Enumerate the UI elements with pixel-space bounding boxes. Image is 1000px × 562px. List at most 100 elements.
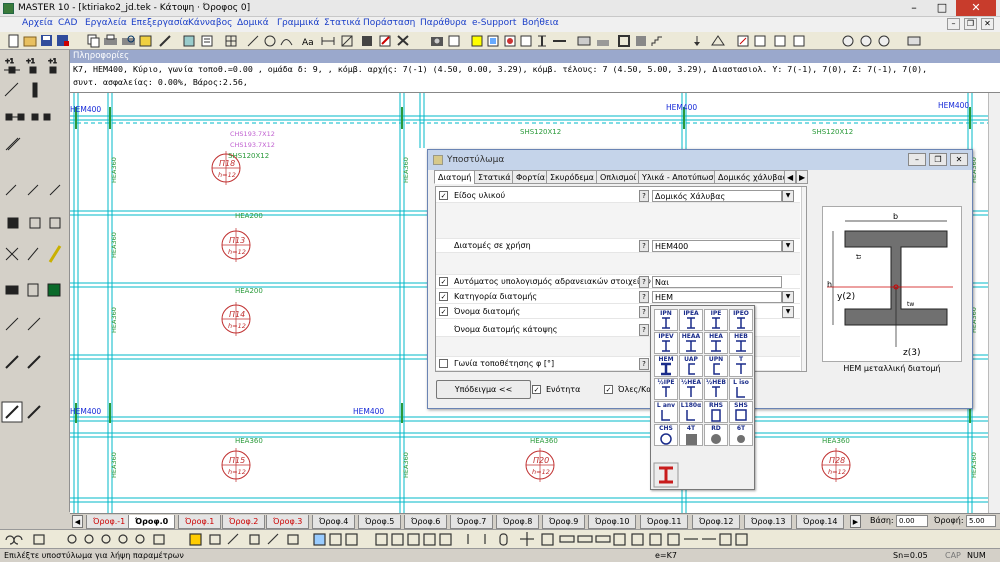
property-grid-scrollbar[interactable] (801, 187, 806, 371)
text-m-icon[interactable] (407, 533, 420, 546)
row-sections-in-use[interactable]: Διατομές σε χρήση ? HEM400 ▼ (436, 239, 800, 253)
select-icon[interactable] (7, 217, 41, 229)
floor-tab-6[interactable]: Όροφ.6 (404, 515, 448, 529)
measure-icon[interactable] (49, 184, 61, 196)
save-as-icon[interactable] (57, 35, 69, 46)
floor-tab-13[interactable]: Όροφ.13 (744, 515, 793, 529)
dialog-minimize-button[interactable]: – (908, 153, 926, 166)
floor-tab-12[interactable]: Όροφ.12 (692, 515, 741, 529)
tab-loads[interactable]: Φορτία (512, 170, 550, 184)
row-name-help-button[interactable]: ? (639, 306, 649, 318)
floor-tab-7[interactable]: Όροφ.7 (450, 515, 494, 529)
chevron-down-icon[interactable]: ▼ (782, 190, 794, 202)
snap-grid-icon[interactable] (189, 533, 202, 546)
open-file-icon[interactable] (23, 36, 37, 47)
menu-tools[interactable]: Εργαλεία (85, 18, 127, 28)
text-x-icon[interactable] (439, 533, 452, 546)
fill-icon[interactable] (362, 36, 372, 46)
pan-view-icon[interactable] (153, 534, 165, 545)
print-icon[interactable] (104, 34, 117, 45)
node-add-other-icon[interactable]: +1 (48, 58, 58, 74)
palette-uap[interactable]: UAP (679, 355, 703, 377)
floor-tab-2[interactable]: Όροφ.2 (222, 515, 266, 529)
tab-reinforcement[interactable]: Οπλισμοί (596, 170, 641, 184)
arrow-in-icon[interactable] (719, 533, 732, 546)
floor-tab-1[interactable]: Όροφ.1 (178, 515, 222, 529)
tab-materials[interactable]: Υλικά - Αποτύπωση (638, 170, 723, 184)
results-icon[interactable] (754, 35, 766, 47)
eraser-icon[interactable] (907, 36, 921, 46)
camera-icon[interactable] (431, 37, 443, 46)
row-name-checkbox[interactable]: ✓ (439, 307, 448, 316)
slab-tool-icon[interactable] (577, 36, 591, 46)
menu-cad[interactable]: CAD (58, 18, 77, 28)
selected-hem-icon[interactable] (654, 463, 678, 487)
tab-concrete[interactable]: Σκυρόδεμα (546, 170, 598, 184)
text-a-icon[interactable] (375, 533, 388, 546)
footing-tool-icon[interactable] (597, 40, 609, 46)
scissors-icon[interactable] (5, 247, 19, 261)
palette-ipeo[interactable]: IPEO (729, 309, 753, 331)
row-angle-checkbox[interactable] (439, 359, 448, 368)
properties-icon[interactable] (201, 35, 213, 47)
load-tool-icon[interactable] (694, 36, 700, 46)
palette-t[interactable]: T (729, 355, 753, 377)
dialog-titlebar[interactable]: Υποστύλωμα – ❐ ✕ (428, 150, 972, 170)
slab-display-icon[interactable] (577, 535, 593, 543)
section-icon[interactable] (520, 35, 532, 47)
polar-icon[interactable] (227, 533, 239, 545)
palette-heaa[interactable]: HEAA (679, 332, 703, 354)
floor-tab-10[interactable]: Όροφ.10 (588, 515, 637, 529)
pan-icon[interactable] (842, 35, 854, 47)
node-link-icon[interactable] (5, 113, 25, 121)
floor-tab-9[interactable]: Όροφ.9 (542, 515, 586, 529)
text-c-icon[interactable] (423, 533, 436, 546)
report-icon[interactable] (774, 35, 786, 47)
mouse-icon[interactable] (499, 533, 508, 546)
palette-half-hea[interactable]: ½HEA (679, 378, 703, 400)
column-place-icon[interactable] (32, 82, 38, 98)
text-b-icon[interactable] (391, 533, 404, 546)
rebar-display-icon[interactable] (631, 533, 644, 546)
all-checkbox[interactable]: ✓ (604, 385, 613, 394)
menu-help[interactable]: Βοήθεια (522, 18, 559, 28)
palette-chs[interactable]: CHS (654, 424, 678, 446)
wall-tool-icon[interactable] (636, 36, 646, 46)
palette-rd[interactable]: RD (704, 424, 728, 446)
view-icon[interactable] (448, 35, 460, 47)
palette-l-anv[interactable]: L anv (654, 401, 678, 423)
palette-ipea[interactable]: IPEA (679, 309, 703, 331)
check-icon[interactable] (793, 35, 805, 47)
palette-l-iso[interactable]: L iso (729, 378, 753, 400)
dimension-icon[interactable] (321, 37, 335, 45)
hatch-icon[interactable] (341, 35, 353, 47)
tabs-scroll-left[interactable]: ◀ (784, 170, 797, 184)
palette-hea[interactable]: HEA (704, 332, 728, 354)
floor-tab-minus1[interactable]: Όροφ.-1 (86, 515, 133, 529)
column-tool-icon[interactable] (538, 35, 546, 47)
support-display-icon[interactable] (667, 533, 680, 546)
row-material-value[interactable]: Δομικός Χάλυβας (652, 190, 782, 202)
row-category-checkbox[interactable]: ✓ (439, 292, 448, 301)
orbit-icon[interactable] (878, 35, 890, 47)
menu-edit[interactable]: Επεξεργασία (131, 18, 189, 28)
tab-section[interactable]: Διατομή (434, 170, 476, 184)
palette-rhs[interactable]: RHS (704, 401, 728, 423)
osnap-icon[interactable] (249, 534, 260, 545)
sample-button[interactable]: Υπόδειγμα << (436, 380, 531, 399)
refresh-icon[interactable] (33, 534, 45, 545)
merge-icon[interactable] (27, 247, 39, 261)
base-value-field[interactable]: 0.00 (896, 515, 928, 527)
print-preview-icon[interactable] (122, 35, 135, 45)
highlight-icon[interactable] (48, 245, 62, 263)
unity-checkbox[interactable]: ✓ (532, 385, 541, 394)
row-angle-help-button[interactable]: ? (639, 358, 649, 370)
export-icon[interactable] (139, 35, 152, 47)
circle-icon[interactable] (264, 35, 276, 47)
floor-next-button[interactable]: ▶ (850, 515, 861, 528)
row-auto-checkbox[interactable]: ✓ (439, 277, 448, 286)
tab-static[interactable]: Στατικά (474, 170, 515, 184)
node-add-icon[interactable]: +1 (4, 58, 20, 74)
chevron-down-icon[interactable]: ▼ (782, 240, 794, 252)
palette-4t[interactable]: 4T (679, 424, 703, 446)
